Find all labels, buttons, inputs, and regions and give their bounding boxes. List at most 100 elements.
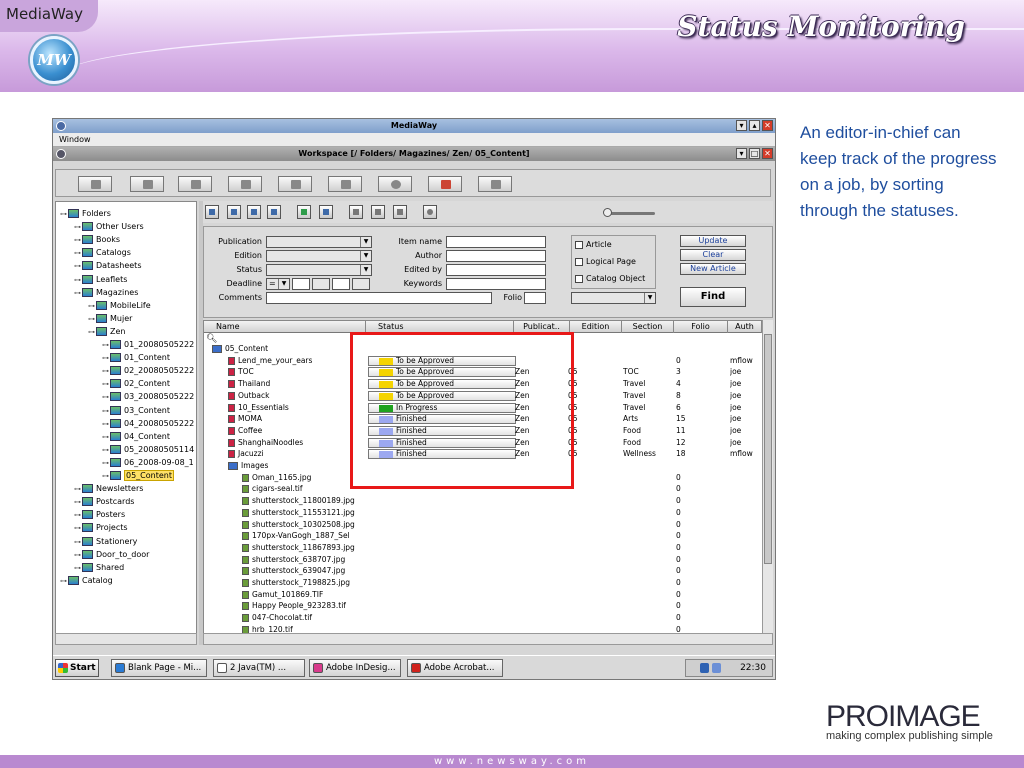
find-button[interactable]: Find <box>680 287 746 307</box>
tree-node[interactable]: ⊶ Newsletters <box>74 483 143 495</box>
monitor-icon[interactable] <box>712 663 721 673</box>
view-list-icon[interactable] <box>205 205 219 219</box>
expand-toggle-icon[interactable]: ⊶ <box>74 562 82 574</box>
tree-horizontal-scrollbar[interactable] <box>55 633 197 645</box>
edition-select[interactable]: ▼ <box>266 250 372 262</box>
tree-node[interactable]: ⊶ 04_20080505222 <box>102 418 194 430</box>
expand-toggle-icon[interactable]: ⊶ <box>102 444 110 456</box>
table-row[interactable]: shutterstock_11867893.jpg 0 <box>204 542 762 554</box>
tree-node[interactable]: ⊶ 03_20080505222 <box>102 391 194 403</box>
clear-button[interactable]: Clear <box>680 249 746 261</box>
expand-toggle-icon[interactable]: ⊶ <box>74 536 82 548</box>
expand-toggle-icon[interactable]: ⊶ <box>74 549 82 561</box>
table-row[interactable]: 047-Chocolat.tif 0 <box>204 612 762 624</box>
expand-toggle-icon[interactable]: ⊶ <box>88 313 96 325</box>
tree-node[interactable]: ⊶ Shared <box>74 562 124 574</box>
table-row[interactable]: shutterstock_11553121.jpg 0 <box>204 506 762 519</box>
deadline-to-calendar-icon[interactable] <box>352 278 370 290</box>
tree-node[interactable]: ⊶ 05_20080505114 <box>102 444 194 456</box>
tree-node[interactable]: ⊶ 01_20080505222 <box>102 339 194 351</box>
table-row[interactable]: Happy People_923283.tif 0 <box>204 600 762 613</box>
column-header-author[interactable]: Auth <box>728 321 762 333</box>
expand-toggle-icon[interactable]: ⊶ <box>88 326 96 338</box>
ws-close-icon[interactable]: ✕ <box>762 148 773 159</box>
new-article-button[interactable]: New Article <box>680 263 746 275</box>
toolbar-button-home[interactable] <box>428 176 462 192</box>
deadline-from-date[interactable] <box>292 278 310 290</box>
expand-toggle-icon[interactable]: ⊶ <box>88 300 96 312</box>
toolbar-button-copy[interactable] <box>228 176 262 192</box>
logical-page-checkbox[interactable]: Logical Page <box>575 257 636 266</box>
zoom-slider-handle[interactable] <box>603 208 612 217</box>
catalog-object-checkbox[interactable]: Catalog Object <box>575 274 645 283</box>
deadline-from-calendar-icon[interactable] <box>312 278 330 290</box>
expand-toggle-icon[interactable]: ⊶ <box>74 260 82 272</box>
expand-toggle-icon[interactable]: ⊶ <box>102 352 110 364</box>
table-vertical-scrollbar[interactable] <box>762 320 773 635</box>
tree-node[interactable]: ⊶ 03_Content <box>102 405 170 417</box>
page-double-icon[interactable] <box>371 205 385 219</box>
table-horizontal-scrollbar[interactable] <box>203 633 773 645</box>
tree-node[interactable]: ⊶ Door_to_door <box>74 549 149 561</box>
tree-node[interactable]: ⊶ Datasheets <box>74 260 142 272</box>
edited-by-field[interactable] <box>446 264 546 276</box>
status-select[interactable]: ▼ <box>266 264 372 276</box>
expand-toggle-icon[interactable]: ⊶ <box>102 470 110 482</box>
page-single-icon[interactable] <box>349 205 363 219</box>
tree-node[interactable]: ⊶ Leaflets <box>74 274 127 286</box>
view-grid-icon[interactable] <box>227 205 241 219</box>
menu-window[interactable]: Window <box>59 135 91 144</box>
expand-toggle-icon[interactable]: ⊶ <box>74 247 82 259</box>
table-row[interactable]: shutterstock_638707.jpg 0 <box>204 553 762 566</box>
deadline-operator-select[interactable]: = ▼ <box>266 278 290 290</box>
tree-node[interactable]: ⊶ Catalogs <box>74 247 131 259</box>
tree-node[interactable]: ⊶ Magazines <box>74 287 138 299</box>
minimize-icon[interactable]: ▾ <box>736 120 747 131</box>
tree-node[interactable]: ⊶ Folders <box>60 208 111 220</box>
expand-toggle-icon[interactable]: ⊶ <box>74 221 82 233</box>
taskbar-button[interactable]: 2 Java(TM) ... <box>213 659 305 677</box>
tree-node[interactable]: ⊶ 06_2008-09-08_1 <box>102 457 194 469</box>
toolbar-button-import[interactable] <box>78 176 112 192</box>
tree-node[interactable]: ⊶ Catalog <box>60 575 113 587</box>
toolbar-button-forward[interactable] <box>178 176 212 192</box>
window-titlebar[interactable]: MediaWay ▾ ▴ ✕ <box>53 119 775 133</box>
toolbar-button-lock[interactable] <box>278 176 312 192</box>
maximize-icon[interactable]: ▴ <box>749 120 760 131</box>
tree-node[interactable]: ⊶ Projects <box>74 522 128 534</box>
table-row[interactable]: shutterstock_7198825.jpg 0 <box>204 577 762 589</box>
expand-toggle-icon[interactable]: ⊶ <box>74 287 82 299</box>
expand-toggle-icon[interactable]: ⊶ <box>102 418 110 430</box>
expand-toggle-icon[interactable]: ⊶ <box>60 575 68 587</box>
tree-node[interactable]: ⊶ 05_Content <box>102 470 174 482</box>
folio-field[interactable] <box>524 292 546 304</box>
tree-node[interactable]: ⊶ Other Users <box>74 221 144 233</box>
item-name-field[interactable] <box>446 236 546 248</box>
expand-toggle-icon[interactable]: ⊶ <box>102 431 110 443</box>
tree-node[interactable]: ⊶ Books <box>74 234 120 246</box>
view-preview-icon[interactable] <box>247 205 261 219</box>
expand-toggle-icon[interactable]: ⊶ <box>102 405 110 417</box>
network-icon[interactable] <box>700 663 709 673</box>
ws-minimize-icon[interactable]: ▾ <box>736 148 747 159</box>
table-row[interactable]: shutterstock_10302508.jpg 0 <box>204 519 762 531</box>
tree-node[interactable]: ⊶ Mujer <box>88 313 132 325</box>
expand-toggle-icon[interactable]: ⊶ <box>74 496 82 508</box>
refresh-icon[interactable] <box>297 205 311 219</box>
taskbar-button[interactable]: Blank Page - Mi... <box>111 659 207 677</box>
expand-toggle-icon[interactable]: ⊶ <box>74 509 82 521</box>
toolbar-button-tools[interactable] <box>478 176 512 192</box>
column-header-folio[interactable]: Folio <box>674 321 728 333</box>
toolbar-button-users[interactable] <box>328 176 362 192</box>
update-button[interactable]: Update <box>680 235 746 247</box>
table-row[interactable]: Gamut_101869.TIF 0 <box>204 589 762 601</box>
close-icon[interactable]: ✕ <box>762 120 773 131</box>
table-row[interactable]: shutterstock_11800189.jpg 0 <box>204 495 762 507</box>
tree-node[interactable]: ⊶ Zen <box>88 326 125 338</box>
toolbar-button-record[interactable] <box>378 176 412 192</box>
expand-toggle-icon[interactable]: ⊶ <box>74 274 82 286</box>
zoom-slider[interactable] <box>603 208 655 217</box>
expand-toggle-icon[interactable]: ⊶ <box>60 208 68 220</box>
tree-node[interactable]: ⊶ MobileLife <box>88 300 151 312</box>
workspace-titlebar[interactable]: Workspace [/ Folders/ Magazines/ Zen/ 05… <box>53 147 775 161</box>
